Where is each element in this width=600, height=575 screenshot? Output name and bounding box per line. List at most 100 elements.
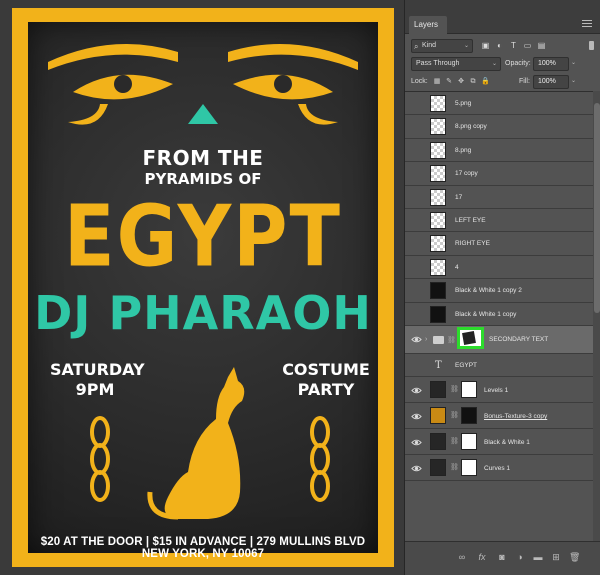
layer-thumbnail xyxy=(430,141,446,159)
document-canvas[interactable]: FROM THE PYRAMIDS OF EGYPT DJ PHARAOH SA… xyxy=(0,0,404,575)
new-layer-icon[interactable]: ⊞ xyxy=(551,552,561,562)
levels-adjustment-icon xyxy=(430,381,446,399)
layer-list[interactable]: 5.png 8.png copy 8.png 17 copy 17 LEFT E… xyxy=(405,91,593,541)
visibility-toggle[interactable] xyxy=(411,168,422,179)
filter-type-icon[interactable]: T xyxy=(509,41,518,50)
lock-all-icon[interactable]: 🔒 xyxy=(481,78,490,86)
eye-icon[interactable] xyxy=(411,385,422,396)
filter-kind-select[interactable]: ⌕ Kind ⌄ xyxy=(411,39,473,53)
visibility-toggle[interactable] xyxy=(411,262,422,273)
scrollbar-thumb[interactable] xyxy=(594,103,600,313)
link-icon: ⛓ xyxy=(450,412,459,420)
lock-brush-icon[interactable]: ✎ xyxy=(445,78,453,86)
layer-row[interactable]: 8.png xyxy=(405,139,593,163)
left-chain xyxy=(90,416,110,502)
layer-name: Levels 1 xyxy=(484,387,509,395)
layer-row[interactable]: ⛓ Curves 1 xyxy=(405,455,593,482)
tab-layers[interactable]: Layers xyxy=(409,16,447,34)
layer-thumbnail xyxy=(430,282,446,300)
filter-toggle[interactable] xyxy=(589,41,594,50)
layer-row[interactable]: 5.png xyxy=(405,92,593,116)
layer-row[interactable]: Black & White 1 copy 2 xyxy=(405,279,593,303)
layer-name: 5.png xyxy=(455,100,472,107)
new-adjustment-icon[interactable]: ◑ xyxy=(515,552,525,562)
group-mask-thumbnail xyxy=(457,327,484,349)
layer-name: 17 xyxy=(455,193,463,201)
eye-icon[interactable] xyxy=(411,463,422,474)
fill-field[interactable]: 100% xyxy=(533,75,569,89)
layer-row[interactable]: 8.png copy xyxy=(405,115,593,139)
eye-icon[interactable] xyxy=(411,334,422,345)
layer-list-scrollbar[interactable] xyxy=(593,91,600,541)
trash-icon[interactable]: 🗑 xyxy=(569,552,580,562)
panel-menu-icon[interactable] xyxy=(582,20,592,27)
layer-group-row[interactable]: › ⛓ SECONDARY TEXT xyxy=(405,326,593,354)
filter-row: ⌕ Kind ⌄ ▣ ◐ T ▭ ▤ xyxy=(405,36,600,56)
new-group-icon[interactable]: ▬ xyxy=(533,552,543,562)
visibility-toggle[interactable] xyxy=(411,215,422,226)
opacity-chevron-icon[interactable]: ⌄ xyxy=(571,59,576,66)
fill-chevron-icon[interactable]: ⌄ xyxy=(571,77,576,84)
layer-row[interactable]: 17 copy xyxy=(405,162,593,186)
eye-icon[interactable] xyxy=(411,437,422,448)
visibility-toggle[interactable] xyxy=(411,285,422,296)
cat-silhouette xyxy=(164,367,245,519)
filter-shape-icon[interactable]: ▭ xyxy=(523,41,532,50)
filter-adjustment-icon[interactable]: ◐ xyxy=(495,41,504,50)
layer-thumbnail xyxy=(430,305,446,323)
filter-smartobject-icon[interactable]: ▤ xyxy=(537,41,546,50)
layer-row[interactable]: ⛓ Black & White 1 xyxy=(405,429,593,456)
opacity-field[interactable]: 100% xyxy=(533,57,569,71)
lock-row: Lock: ▦ ✎ ✥ ⧉ 🔒 Fill: 100% ⌄ xyxy=(405,73,600,91)
layer-row[interactable]: ⛓ Levels 1 xyxy=(405,377,593,404)
visibility-toggle[interactable] xyxy=(411,192,422,203)
layer-thumbnail xyxy=(430,258,446,276)
visibility-toggle[interactable] xyxy=(411,238,422,249)
visibility-toggle[interactable] xyxy=(411,98,422,109)
chevron-right-icon[interactable]: › xyxy=(425,336,427,343)
layer-row[interactable]: T EGYPT xyxy=(405,354,593,378)
lock-move-icon[interactable]: ✥ xyxy=(457,78,465,86)
visibility-toggle[interactable] xyxy=(411,309,422,320)
layer-row[interactable]: 17 xyxy=(405,186,593,209)
eye-icon[interactable] xyxy=(411,411,422,422)
visibility-toggle[interactable] xyxy=(411,360,422,371)
right-eye-tail xyxy=(298,104,338,125)
lock-transparency-icon[interactable]: ▦ xyxy=(433,78,441,86)
poster-line-pyramids: PYRAMIDS OF xyxy=(144,170,262,188)
blend-mode-value: Pass Through xyxy=(416,60,460,67)
poster-line-from: FROM THE xyxy=(142,146,264,170)
layer-row[interactable]: RIGHT EYE xyxy=(405,232,593,256)
visibility-toggle[interactable] xyxy=(411,145,422,156)
lock-artboard-icon[interactable]: ⧉ xyxy=(469,78,477,86)
pyramid xyxy=(188,104,218,124)
layer-name: 17 copy xyxy=(455,170,478,178)
layer-name: Black & White 1 xyxy=(484,439,530,447)
layer-row[interactable]: 4 xyxy=(405,256,593,280)
add-mask-icon[interactable]: ◙ xyxy=(497,552,507,562)
filter-pixel-icon[interactable]: ▣ xyxy=(481,41,490,50)
panel-tab-bar: Layers xyxy=(405,10,600,34)
eyes-illustration xyxy=(48,44,358,125)
layer-row[interactable]: ⛓ Bonus-Texture-3 copy xyxy=(405,403,593,430)
panel-title-strip xyxy=(405,0,600,10)
right-pupil xyxy=(274,75,292,93)
left-pupil xyxy=(114,75,132,93)
poster: FROM THE PYRAMIDS OF EGYPT DJ PHARAOH SA… xyxy=(12,8,394,567)
link-layers-icon[interactable]: ∞ xyxy=(457,552,467,562)
visibility-toggle[interactable] xyxy=(411,121,422,132)
fill-label: Fill: xyxy=(519,78,530,85)
layer-thumbnail xyxy=(430,165,446,183)
layer-name: 8.png copy xyxy=(455,123,487,131)
panel-footer-toolbar: ∞ fx ◙ ◑ ▬ ⊞ 🗑 xyxy=(405,541,600,575)
right-brow xyxy=(228,44,358,70)
link-icon: ⛓ xyxy=(450,438,459,446)
search-icon: ⌕ xyxy=(414,42,419,51)
blend-mode-select[interactable]: Pass Through ⌄ xyxy=(411,57,501,71)
layer-row[interactable]: LEFT EYE xyxy=(405,209,593,233)
layer-name: Curves 1 xyxy=(484,465,511,473)
poster-background: FROM THE PYRAMIDS OF EGYPT DJ PHARAOH SA… xyxy=(28,22,378,560)
layer-style-icon[interactable]: fx xyxy=(477,552,487,562)
left-brow xyxy=(48,44,178,70)
layer-row[interactable]: Black & White 1 copy xyxy=(405,303,593,326)
